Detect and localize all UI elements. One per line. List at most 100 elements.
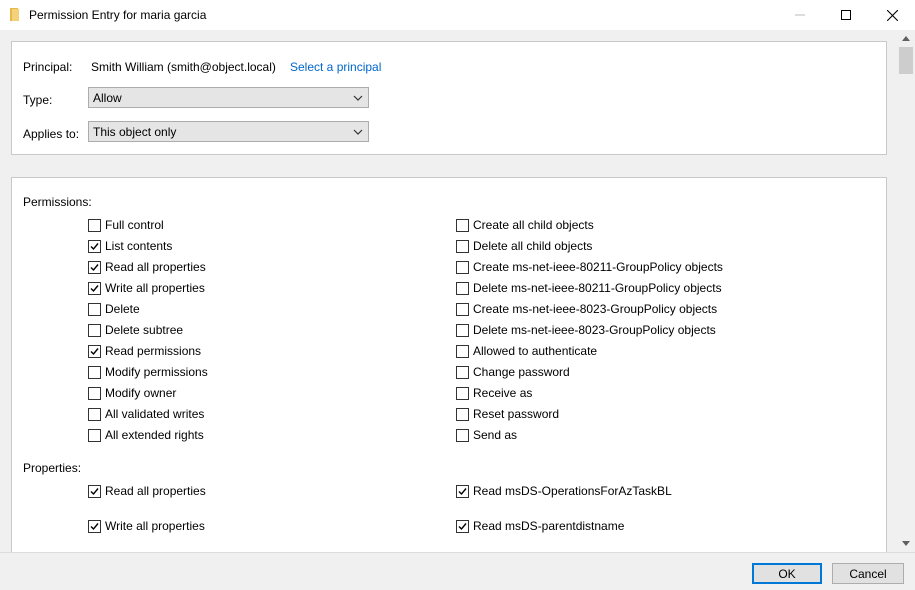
chevron-down-icon (353, 126, 363, 136)
principal-value: Smith William (smith@object.local) (91, 60, 276, 74)
checkbox-label: Create ms-net-ieee-80211-GroupPolicy obj… (473, 260, 723, 274)
checkbox-unchecked[interactable] (456, 281, 469, 295)
ok-button[interactable]: OK (752, 563, 822, 584)
folder-icon (10, 8, 20, 21)
checkbox-label: Delete ms-net-ieee-8023-GroupPolicy obje… (473, 323, 716, 337)
checkbox-row[interactable]: Read all properties (88, 483, 206, 499)
checkbox-row[interactable]: Full control (88, 217, 164, 233)
checkbox-row[interactable]: Read msDS-OperationsForAzTaskBL (456, 483, 672, 499)
checkbox-checked[interactable] (456, 519, 469, 533)
checkmark-icon (90, 263, 99, 271)
checkbox-label: Change password (473, 365, 570, 379)
vertical-scrollbar[interactable] (897, 30, 915, 552)
checkbox-checked[interactable] (88, 519, 101, 533)
checkbox-label: Receive as (473, 386, 533, 400)
minimize-button[interactable] (777, 0, 823, 30)
checkbox-checked[interactable] (88, 260, 101, 274)
checkbox-row[interactable]: Write all properties (88, 518, 205, 534)
checkbox-row[interactable]: Read msDS-parentdistname (456, 518, 624, 534)
checkbox-row[interactable]: Delete ms-net-ieee-8023-GroupPolicy obje… (456, 322, 716, 338)
window-title: Permission Entry for maria garcia (29, 8, 207, 22)
checkbox-row[interactable]: Write all properties (88, 280, 205, 296)
checkbox-label: Modify permissions (105, 365, 208, 379)
checkbox-row[interactable]: Reset password (456, 406, 559, 422)
checkbox-label: All validated writes (105, 407, 205, 421)
scroll-down-arrow-icon[interactable] (897, 535, 915, 552)
checkbox-unchecked[interactable] (456, 218, 469, 232)
checkbox-row[interactable]: Send as (456, 427, 517, 443)
checkbox-unchecked[interactable] (88, 218, 101, 232)
checkmark-icon (458, 522, 467, 530)
checkbox-row[interactable]: List contents (88, 238, 172, 254)
close-button[interactable] (869, 0, 915, 30)
checkbox-unchecked[interactable] (88, 302, 101, 316)
checkbox-unchecked[interactable] (88, 386, 101, 400)
checkbox-label: Read all properties (105, 484, 206, 498)
checkmark-icon (90, 347, 99, 355)
checkbox-label: Allowed to authenticate (473, 344, 598, 358)
checkbox-unchecked[interactable] (88, 428, 101, 442)
checkbox-unchecked[interactable] (456, 428, 469, 442)
checkbox-label: Read msDS-OperationsForAzTaskBL (473, 484, 672, 498)
checkbox-unchecked[interactable] (88, 323, 101, 337)
checkbox-unchecked[interactable] (456, 344, 469, 358)
checkbox-unchecked[interactable] (456, 323, 469, 337)
checkbox-row[interactable]: Delete ms-net-ieee-80211-GroupPolicy obj… (456, 280, 722, 296)
checkbox-label: Create all child objects (473, 218, 594, 232)
checkbox-row[interactable]: Allowed to authenticate (456, 343, 597, 359)
checkbox-unchecked[interactable] (88, 407, 101, 421)
applies-to-select[interactable]: This object only (88, 121, 369, 142)
checkbox-unchecked[interactable] (88, 365, 101, 379)
checkbox-checked[interactable] (88, 281, 101, 295)
checkbox-unchecked[interactable] (456, 407, 469, 421)
checkbox-label: Full control (105, 218, 164, 232)
checkbox-row[interactable]: Delete (88, 301, 140, 317)
checkbox-row[interactable]: Modify permissions (88, 364, 208, 380)
checkbox-row[interactable]: Receive as (456, 385, 532, 401)
checkbox-checked[interactable] (88, 484, 101, 498)
maximize-button[interactable] (823, 0, 869, 30)
checkbox-checked[interactable] (88, 239, 101, 253)
type-selected-value: Allow (93, 91, 122, 105)
checkbox-checked[interactable] (88, 344, 101, 358)
checkbox-label: Modify owner (105, 386, 177, 400)
checkbox-row[interactable]: Change password (456, 364, 570, 380)
checkbox-label: Reset password (473, 407, 560, 421)
applies-to-selected-value: This object only (93, 125, 177, 139)
checkbox-label: Delete all child objects (473, 239, 593, 253)
checkbox-label: Write all properties (105, 281, 205, 295)
select-principal-link[interactable]: Select a principal (290, 60, 381, 74)
checkmark-icon (90, 284, 99, 292)
checkbox-row[interactable]: Modify owner (88, 385, 176, 401)
dialog-footer: OK Cancel (0, 552, 915, 590)
checkbox-row[interactable]: Create ms-net-ieee-8023-GroupPolicy obje… (456, 301, 717, 317)
checkbox-row[interactable]: Create ms-net-ieee-80211-GroupPolicy obj… (456, 259, 723, 275)
checkbox-label: Read permissions (105, 344, 202, 358)
checkbox-checked[interactable] (456, 484, 469, 498)
type-select[interactable]: Allow (88, 87, 369, 108)
checkbox-unchecked[interactable] (456, 239, 469, 253)
checkbox-row[interactable]: Read all properties (88, 259, 206, 275)
checkmark-icon (90, 242, 99, 250)
scroll-up-arrow-icon[interactable] (897, 30, 915, 47)
checkbox-row[interactable]: All validated writes (88, 406, 204, 422)
checkbox-label: Send as (473, 428, 518, 442)
checkbox-unchecked[interactable] (456, 365, 469, 379)
checkbox-label: Delete (105, 302, 140, 316)
checkbox-row[interactable]: Read permissions (88, 343, 201, 359)
chevron-down-icon (353, 92, 363, 102)
type-label: Type: (23, 93, 53, 107)
checkbox-unchecked[interactable] (456, 260, 469, 274)
checkbox-unchecked[interactable] (456, 302, 469, 316)
checkbox-row[interactable]: All extended rights (88, 427, 204, 443)
checkbox-row[interactable]: Delete all child objects (456, 238, 592, 254)
checkbox-row[interactable]: Delete subtree (88, 322, 183, 338)
checkbox-row[interactable]: Create all child objects (456, 217, 594, 233)
checkbox-label: Delete subtree (105, 323, 184, 337)
checkbox-unchecked[interactable] (456, 386, 469, 400)
checkbox-label: Delete ms-net-ieee-80211-GroupPolicy obj… (473, 281, 722, 295)
cancel-button[interactable]: Cancel (832, 563, 904, 584)
checkbox-label: Read all properties (105, 260, 206, 274)
checkmark-icon (90, 522, 99, 530)
scrollbar-thumb[interactable] (899, 47, 913, 74)
